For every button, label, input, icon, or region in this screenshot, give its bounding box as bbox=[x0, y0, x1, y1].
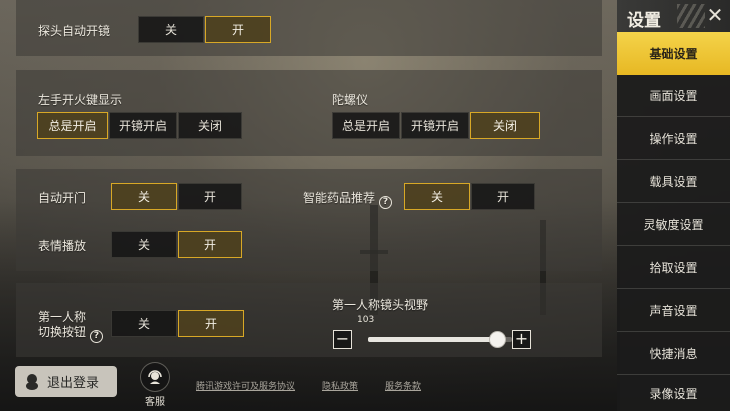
fov-decrease-button[interactable]: − bbox=[333, 330, 352, 349]
left-fire-label: 左手开火键显示 bbox=[38, 93, 123, 107]
gyro-selector: 总是开启 开镜开启 关闭 bbox=[332, 112, 541, 139]
sidebar-title: 设置 bbox=[627, 11, 661, 31]
sidebar-item-controls[interactable]: 操作设置 bbox=[617, 118, 730, 160]
smart-meds-toggle: 关 开 bbox=[404, 183, 536, 210]
auto-door-toggle: 关 开 bbox=[111, 183, 243, 210]
gyro-scoped-option[interactable]: 开镜开启 bbox=[401, 112, 469, 139]
license-agreement-link[interactable]: 腾讯游戏许可及服务协议 bbox=[196, 379, 295, 392]
peek-scope-off-option[interactable]: 关 bbox=[138, 16, 204, 43]
headset-icon bbox=[140, 362, 170, 392]
penguin-icon bbox=[26, 373, 38, 390]
emote-label: 表情播放 bbox=[38, 239, 87, 253]
sidebar-item-audio[interactable]: 声音设置 bbox=[617, 290, 730, 332]
left-fire-off-option[interactable]: 关闭 bbox=[178, 112, 242, 139]
fpp-switch-toggle: 关 开 bbox=[111, 310, 245, 337]
fpp-fov-slider[interactable] bbox=[368, 331, 512, 348]
close-icon[interactable]: ✕ bbox=[705, 4, 725, 26]
settings-sidebar: 设置 ✕ 基础设置 画面设置 操作设置 载具设置 灵敏度设置 拾取设置 声音设置… bbox=[617, 0, 730, 411]
peek-scope-toggle: 关 开 bbox=[138, 16, 272, 43]
emote-toggle: 关 开 bbox=[111, 231, 243, 258]
fov-increase-button[interactable]: + bbox=[512, 330, 531, 349]
fpp-switch-label-line2-text: 切换按钮 bbox=[38, 325, 87, 339]
gyro-label: 陀螺仪 bbox=[332, 93, 369, 107]
privacy-policy-link[interactable]: 隐私政策 bbox=[322, 379, 358, 392]
sidebar-item-basic[interactable]: 基础设置 bbox=[617, 32, 730, 75]
left-fire-scoped-option[interactable]: 开镜开启 bbox=[109, 112, 177, 139]
auto-door-label: 自动开门 bbox=[38, 191, 87, 205]
emote-on-option[interactable]: 开 bbox=[178, 231, 242, 258]
fpp-switch-on-option[interactable]: 开 bbox=[178, 310, 244, 337]
header-stripes-decoration bbox=[677, 4, 705, 28]
fpp-fov-slider-thumb[interactable] bbox=[489, 331, 507, 348]
customer-service-button[interactable]: 客服 bbox=[138, 362, 172, 408]
smart-meds-label: 智能药品推荐? bbox=[303, 189, 393, 209]
auto-door-on-option[interactable]: 开 bbox=[178, 183, 242, 210]
auto-door-off-option[interactable]: 关 bbox=[111, 183, 177, 210]
sidebar-item-sensitivity[interactable]: 灵敏度设置 bbox=[617, 204, 730, 246]
smart-meds-off-option[interactable]: 关 bbox=[404, 183, 470, 210]
logout-label: 退出登录 bbox=[47, 376, 100, 391]
sidebar-item-vehicle[interactable]: 载具设置 bbox=[617, 161, 730, 203]
peek-scope-label: 探头自动开镜 bbox=[38, 24, 111, 38]
smart-meds-label-text: 智能药品推荐 bbox=[303, 191, 376, 205]
peek-scope-on-option[interactable]: 开 bbox=[205, 16, 271, 43]
customer-service-label: 客服 bbox=[145, 397, 165, 408]
fpp-switch-label-line1: 第一人称 bbox=[38, 310, 87, 324]
sidebar-header: 设置 ✕ bbox=[617, 0, 730, 32]
logout-button[interactable]: 退出登录 bbox=[15, 366, 117, 397]
help-icon[interactable]: ? bbox=[90, 330, 104, 343]
sidebar-item-replay[interactable]: 录像设置 bbox=[617, 376, 730, 411]
fpp-fov-label: 第一人称镜头视野 bbox=[332, 298, 429, 312]
sidebar-item-graphics[interactable]: 画面设置 bbox=[617, 75, 730, 117]
fpp-switch-off-option[interactable]: 关 bbox=[111, 310, 177, 337]
sidebar-item-pickup[interactable]: 拾取设置 bbox=[617, 247, 730, 289]
help-icon[interactable]: ? bbox=[379, 195, 393, 209]
fpp-fov-value: 103 bbox=[357, 315, 375, 325]
emote-off-option[interactable]: 关 bbox=[111, 231, 177, 258]
smart-meds-on-option[interactable]: 开 bbox=[471, 183, 535, 210]
gyro-always-option[interactable]: 总是开启 bbox=[332, 112, 400, 139]
sidebar-item-quick-messages[interactable]: 快捷消息 bbox=[617, 333, 730, 375]
fpp-switch-label: 第一人称 切换按钮? bbox=[38, 310, 104, 343]
fpp-switch-label-line2: 切换按钮? bbox=[38, 325, 104, 343]
fpp-fov-slider-fill bbox=[368, 337, 498, 342]
terms-of-service-link[interactable]: 服务条款 bbox=[385, 379, 421, 392]
gyro-off-option[interactable]: 关闭 bbox=[470, 112, 540, 139]
left-fire-selector: 总是开启 开镜开启 关闭 bbox=[37, 112, 243, 139]
left-fire-always-option[interactable]: 总是开启 bbox=[37, 112, 108, 139]
